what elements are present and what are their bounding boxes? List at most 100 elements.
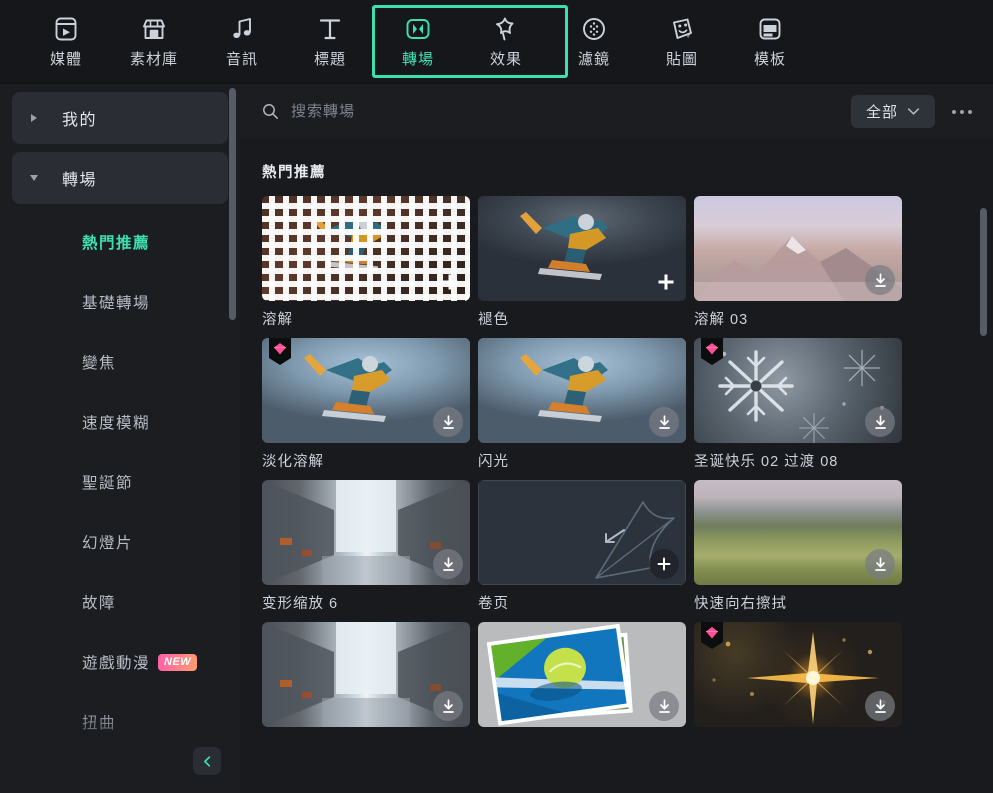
add-button[interactable] <box>653 269 679 295</box>
card-thumbnail[interactable] <box>262 480 470 585</box>
download-button[interactable] <box>433 691 463 721</box>
top-toolbar: 媒體 素材庫 音訊 標題 轉場 效果 濾鏡 貼圖 模板 <box>0 0 993 84</box>
plus-icon <box>658 274 674 290</box>
download-button[interactable] <box>865 265 895 295</box>
toolbar-tab-6[interactable]: 濾鏡 <box>550 0 638 78</box>
content-scrollbar[interactable] <box>980 208 987 336</box>
toolbar-tab-8[interactable]: 模板 <box>726 0 814 78</box>
sidebar-group-1[interactable]: 轉場 <box>12 152 228 204</box>
card-thumbnail[interactable] <box>478 480 686 585</box>
download-button[interactable] <box>865 407 895 437</box>
transition-card[interactable] <box>694 622 902 734</box>
chevron-down-icon <box>907 108 920 115</box>
add-button[interactable] <box>437 269 463 295</box>
sidebar-scroll-area: 我的轉場 熱門推薦 基礎轉場 變焦速度模糊聖誕節 幻燈片 故障遊戲動漫 NEW 扭曲 <box>0 84 240 793</box>
download-icon <box>658 698 670 713</box>
download-button[interactable] <box>649 691 679 721</box>
sidebar-item-7[interactable]: 遊戲動漫 NEW <box>12 632 228 692</box>
download-icon <box>442 414 454 429</box>
sidebar-scrollbar[interactable] <box>229 88 236 320</box>
transition-card[interactable]: 淡化溶解 <box>262 338 470 471</box>
caret-right-icon <box>26 114 42 122</box>
sidebar-collapse-button[interactable] <box>193 747 221 775</box>
media-icon <box>51 12 81 46</box>
card-thumbnail[interactable] <box>694 196 902 301</box>
toolbar-tab-2[interactable]: 音訊 <box>198 0 286 78</box>
card-thumbnail[interactable] <box>262 338 470 443</box>
pro-badge-icon <box>701 622 723 649</box>
toolbar-tab-label: 轉場 <box>401 51 434 68</box>
sidebar-item-1[interactable]: 基礎轉場 <box>12 272 228 332</box>
sidebar-item-6[interactable]: 故障 <box>12 572 228 632</box>
transition-card[interactable]: 快速向右擦拭 <box>694 480 902 613</box>
download-icon <box>874 414 886 429</box>
download-button[interactable] <box>649 407 679 437</box>
sidebar-item-5[interactable]: 幻燈片 <box>12 512 228 572</box>
transition-card[interactable]: 溶解 <box>262 196 470 329</box>
ellipsis-icon <box>960 109 964 114</box>
search-input[interactable] <box>291 103 591 120</box>
sidebar-item-4[interactable]: 聖誕節 <box>12 452 228 512</box>
card-thumbnail[interactable] <box>262 196 470 301</box>
card-thumbnail[interactable] <box>694 480 902 585</box>
sidebar-group-0[interactable]: 我的 <box>12 92 228 144</box>
toolbar-tab-label: 標題 <box>313 51 346 68</box>
card-thumbnail[interactable] <box>478 622 686 727</box>
transition-card[interactable] <box>478 622 686 734</box>
sparkle-star-icon <box>491 12 521 46</box>
toolbar-tab-1[interactable]: 素材庫 <box>110 0 198 78</box>
main-body: 我的 轉場 熱門推薦 基礎轉場 變焦 速度模糊 聖誕節 幻燈片 故障 遊戲動漫 NEW 扭曲 <box>0 84 993 793</box>
card-label: 卷页 <box>478 596 509 612</box>
toolbar-tab-4[interactable]: 轉場 <box>374 0 462 78</box>
sidebar-item-label: 速度模糊 <box>82 415 151 432</box>
download-button[interactable] <box>865 549 895 579</box>
toolbar-tab-label: 媒體 <box>49 51 82 68</box>
download-icon <box>874 272 886 287</box>
transition-card[interactable]: 卷页 <box>478 480 686 613</box>
caret-down-icon <box>26 175 42 181</box>
card-thumbnail[interactable] <box>478 338 686 443</box>
filter-dropdown[interactable]: 全部 <box>851 95 935 128</box>
toolbar-tab-7[interactable]: 貼圖 <box>638 0 726 78</box>
card-thumbnail[interactable] <box>478 196 686 301</box>
card-thumbnail[interactable] <box>694 622 902 727</box>
new-badge: NEW <box>158 653 198 671</box>
add-button[interactable] <box>649 549 679 579</box>
sidebar-item-label: 遊戲動漫 <box>82 655 151 672</box>
pro-badge <box>269 338 291 365</box>
sidebar-item-3[interactable]: 速度模糊 <box>12 392 228 452</box>
more-options-button[interactable] <box>945 95 979 129</box>
transition-card[interactable]: 闪光 <box>478 338 686 471</box>
card-thumbnail[interactable] <box>262 622 470 727</box>
toolbar-tab-label: 音訊 <box>225 51 258 68</box>
card-label: 溶解 <box>262 312 293 328</box>
download-button[interactable] <box>433 549 463 579</box>
toolbar-tab-3[interactable]: 標題 <box>286 0 374 78</box>
card-label: 溶解 03 <box>694 312 749 328</box>
card-grid-scroll: 溶解 褪色 溶解 03 淡化溶解 闪光 圣诞快乐 02 过渡 08 变形缩放 6… <box>240 196 993 793</box>
sidebar-item-2[interactable]: 變焦 <box>12 332 228 392</box>
download-button[interactable] <box>865 691 895 721</box>
download-button[interactable] <box>433 407 463 437</box>
plus-icon <box>442 274 458 290</box>
sidebar-item-0[interactable]: 熱門推薦 <box>12 212 228 272</box>
text-t-icon <box>315 12 345 46</box>
transition-card[interactable]: 圣诞快乐 02 过渡 08 <box>694 338 902 471</box>
toolbar-tab-5[interactable]: 效果 <box>462 0 550 78</box>
toolbar-tab-0[interactable]: 媒體 <box>22 0 110 78</box>
transition-card[interactable]: 变形缩放 6 <box>262 480 470 613</box>
transition-card[interactable] <box>262 622 470 734</box>
card-label: 圣诞快乐 02 过渡 08 <box>694 454 839 470</box>
pro-badge-icon <box>701 338 723 365</box>
card-thumbnail[interactable] <box>694 338 902 443</box>
transition-card[interactable]: 溶解 03 <box>694 196 902 329</box>
card-label: 快速向右擦拭 <box>694 596 787 612</box>
download-icon <box>874 698 886 713</box>
section-title: 熱門推薦 <box>262 165 326 181</box>
search-field-wrapper[interactable] <box>262 103 851 120</box>
transition-card[interactable]: 褪色 <box>478 196 686 329</box>
ellipsis-icon <box>952 109 956 114</box>
sidebar-item-8[interactable]: 扭曲 <box>12 692 228 752</box>
ellipsis-icon <box>968 109 972 114</box>
sidebar-item-label: 扭曲 <box>82 715 117 732</box>
